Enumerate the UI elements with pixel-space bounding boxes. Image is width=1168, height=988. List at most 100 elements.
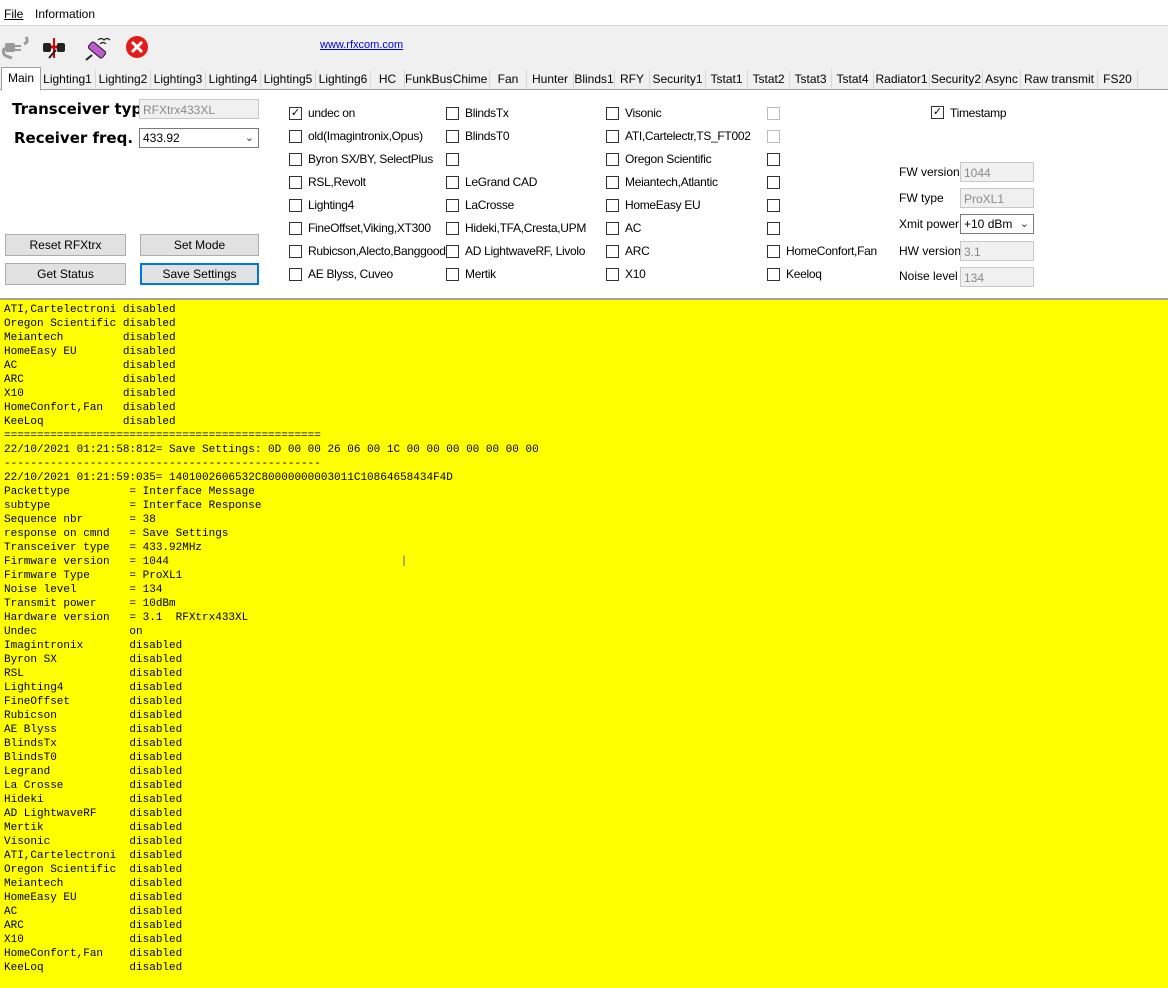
checkbox-label-lacrosse: LaCrosse xyxy=(465,198,514,212)
menu-information[interactable]: Information xyxy=(35,7,95,21)
receiver-freq-select[interactable]: 433.92 ⌄ xyxy=(139,128,259,148)
tab-lighting4[interactable]: Lighting4 xyxy=(206,70,261,88)
checkbox-x10[interactable] xyxy=(606,268,619,281)
tab-blinds1[interactable]: Blinds1 xyxy=(574,70,615,88)
connect-icon[interactable] xyxy=(40,34,68,62)
checkbox-legrand-cad[interactable] xyxy=(446,176,459,189)
tab-hunter[interactable]: Hunter xyxy=(527,70,574,88)
checkbox-col4-row1[interactable] xyxy=(767,107,780,120)
fw-version-field: 1044 xyxy=(960,162,1034,182)
checkbox-ae-blyss-cuveo[interactable] xyxy=(289,268,302,281)
checkbox-label-keeloq: Keeloq xyxy=(786,267,822,281)
tab-funkbus[interactable]: FunkBus xyxy=(405,70,452,88)
xmit-power-value: +10 dBm xyxy=(964,217,1013,231)
tab-fan[interactable]: Fan xyxy=(490,70,527,88)
checkbox-label-old-imagintronix-opus: old(Imagintronix,Opus) xyxy=(308,129,423,143)
checkbox-label-undec-on: undec on xyxy=(308,106,355,120)
xmit-power-select[interactable]: +10 dBm ⌄ xyxy=(960,214,1034,234)
checkbox-label-lighting4: Lighting4 xyxy=(308,198,355,212)
checkbox-label-visonic: Visonic xyxy=(625,106,662,120)
checkbox-ac[interactable] xyxy=(606,222,619,235)
hw-version-label: HW version xyxy=(899,244,962,258)
checkbox-label-homeconfort-fan: HomeConfort,Fan xyxy=(786,244,877,258)
tab-tstat1[interactable]: Tstat1 xyxy=(706,70,748,88)
checkbox-ati-cartelectr-ts-ft002[interactable] xyxy=(606,130,619,143)
receiver-freq-value: 433.92 xyxy=(143,131,180,145)
get-status-button[interactable]: Get Status xyxy=(5,263,126,285)
checkbox-rsl-revolt[interactable] xyxy=(289,176,302,189)
checkbox-byron-sx-by-selectplus[interactable] xyxy=(289,153,302,166)
checkbox-label-hideki-tfa-cresta-upm: Hideki,TFA,Cresta,UPM xyxy=(465,221,587,235)
checkbox-col4-row2[interactable] xyxy=(767,130,780,143)
menu-file[interactable]: File xyxy=(4,7,23,21)
checkbox-label-rubicson-alecto-banggood: Rubicson,Alecto,Banggood xyxy=(308,244,446,258)
tab-lighting5[interactable]: Lighting5 xyxy=(261,70,316,88)
checkbox-visonic[interactable] xyxy=(606,107,619,120)
checkbox-homeeasy-eu[interactable] xyxy=(606,199,619,212)
checkbox-meiantech-atlantic[interactable] xyxy=(606,176,619,189)
checkbox-hideki-tfa-cresta-upm[interactable] xyxy=(446,222,459,235)
tab-rfy[interactable]: RFY xyxy=(615,70,650,88)
checkbox-col4-row3[interactable] xyxy=(767,153,780,166)
tab-tstat2[interactable]: Tstat2 xyxy=(748,70,790,88)
checkbox-label-ad-lightwaverf-livolo: AD LightwaveRF, Livolo xyxy=(465,244,586,258)
checkbox-keeloq[interactable] xyxy=(767,268,780,281)
checkbox-oregon-scientific[interactable] xyxy=(606,153,619,166)
satellite-icon[interactable] xyxy=(82,34,111,62)
checkbox-rubicson-alecto-banggood[interactable] xyxy=(289,245,302,258)
checkbox-lacrosse[interactable] xyxy=(446,199,459,212)
checkbox-ad-lightwaverf-livolo[interactable] xyxy=(446,245,459,258)
checkbox-old-imagintronix-opus[interactable] xyxy=(289,130,302,143)
tab-radiator1[interactable]: Radiator1 xyxy=(874,70,930,88)
chevron-down-icon: ⌄ xyxy=(1019,218,1029,230)
checkbox-label-ati-cartelectr-ts-ft002: ATI,Cartelectr,TS_FT002 xyxy=(625,129,751,143)
tab-lighting1[interactable]: Lighting1 xyxy=(40,70,96,88)
checkbox-label-ae-blyss-cuveo: AE Blyss, Cuveo xyxy=(308,267,393,281)
checkbox-col2-row3[interactable] xyxy=(446,153,459,166)
tab-main[interactable]: Main xyxy=(1,67,41,91)
chevron-down-icon: ⌄ xyxy=(244,132,254,144)
checkbox-blindstx[interactable] xyxy=(446,107,459,120)
checkbox-mertik[interactable] xyxy=(446,268,459,281)
tab-raw-transmit[interactable]: Raw transmit xyxy=(1021,70,1098,88)
checkbox-col4-row5[interactable] xyxy=(767,199,780,212)
transceiver-type-label: Transceiver type xyxy=(12,100,153,118)
tab-lighting6[interactable]: Lighting6 xyxy=(316,70,371,88)
checkbox-blindst0[interactable] xyxy=(446,130,459,143)
tab-hc[interactable]: HC xyxy=(371,70,405,88)
tab-lighting2[interactable]: Lighting2 xyxy=(96,70,151,88)
checkbox-label-ac: AC xyxy=(625,221,642,235)
tab-fs20[interactable]: FS20 xyxy=(1098,70,1138,88)
reset-rfxtrx-button[interactable]: Reset RFXtrx xyxy=(5,234,126,256)
checkbox-undec-on[interactable]: ✓ xyxy=(289,107,302,120)
tab-tstat3[interactable]: Tstat3 xyxy=(790,70,832,88)
close-icon[interactable] xyxy=(124,34,152,62)
tab-security1[interactable]: Security1 xyxy=(650,70,706,88)
timestamp-checkbox[interactable]: ✓ xyxy=(931,106,944,119)
checkbox-label-oregon-scientific: Oregon Scientific xyxy=(625,152,712,166)
log-output[interactable]: ATI,Cartelectroni disabled Oregon Scient… xyxy=(0,298,1168,988)
checkbox-fineoffset-viking-xt300[interactable] xyxy=(289,222,302,235)
checkbox-arc[interactable] xyxy=(606,245,619,258)
tab-chime[interactable]: Chime xyxy=(451,70,490,88)
rfxcom-link[interactable]: www.rfxcom.com xyxy=(320,39,403,51)
plug-icon[interactable] xyxy=(1,34,30,62)
set-mode-button[interactable]: Set Mode xyxy=(140,234,259,256)
checkbox-col4-row4[interactable] xyxy=(767,176,780,189)
checkbox-label-arc: ARC xyxy=(625,244,650,258)
receiver-freq-label: Receiver freq. xyxy=(14,129,134,147)
save-settings-button[interactable]: Save Settings xyxy=(140,263,259,285)
tab-lighting3[interactable]: Lighting3 xyxy=(151,70,206,88)
menu-file-label: File xyxy=(4,7,24,21)
checkbox-label-rsl-revolt: RSL,Revolt xyxy=(308,175,366,189)
xmit-power-label: Xmit power xyxy=(899,217,960,231)
tab-tstat4[interactable]: Tstat4 xyxy=(832,70,874,88)
checkbox-label-homeeasy-eu: HomeEasy EU xyxy=(625,198,701,212)
checkbox-col4-row6[interactable] xyxy=(767,222,780,235)
checkbox-homeconfort-fan[interactable] xyxy=(767,245,780,258)
tab-async[interactable]: Async xyxy=(983,70,1021,88)
tab-security2[interactable]: Security2 xyxy=(930,70,983,88)
noise-level-label: Noise level xyxy=(899,269,958,283)
checkbox-lighting4[interactable] xyxy=(289,199,302,212)
timestamp-check-mark: ✓ xyxy=(932,106,943,118)
